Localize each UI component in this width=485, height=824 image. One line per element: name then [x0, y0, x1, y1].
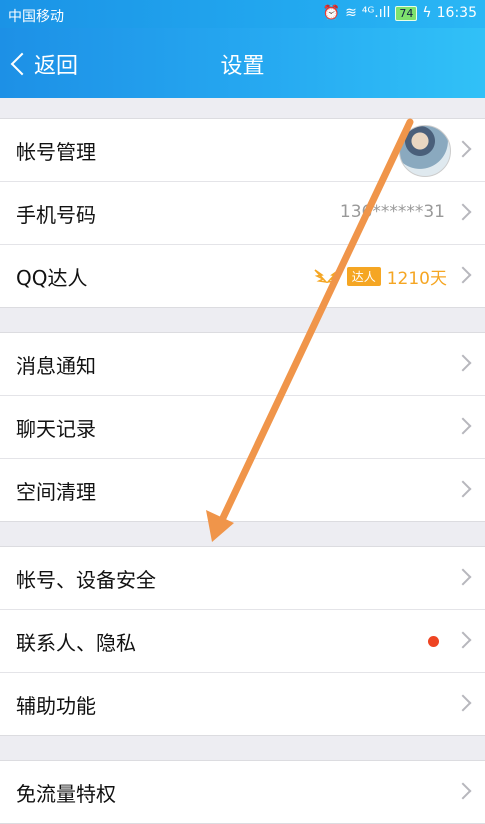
page-title: 设置 [220, 54, 265, 79]
row-label: 帐号、设备安全 [16, 568, 156, 592]
row-notifications[interactable]: 消息通知 [0, 333, 485, 396]
nav-bar: 返回 设置 [0, 28, 485, 98]
status-icons: ⏰ ≋ ⁴ᴳ.ıll 74 ϟ 16:35 [323, 5, 477, 21]
battery-icon: 74 [395, 5, 418, 21]
row-label: 聊天记录 [16, 417, 96, 441]
row-label: 手机号码 [16, 203, 96, 227]
row-label: 免流量特权 [16, 782, 116, 806]
charging-icon: ϟ [422, 5, 432, 21]
phone-number-value: 136******31 [339, 202, 445, 222]
row-contacts-privacy[interactable]: 联系人、隐私 [0, 610, 485, 673]
chevron-right-icon [454, 480, 472, 498]
row-storage-cleanup[interactable]: 空间清理 [0, 459, 485, 521]
chevron-right-icon [454, 782, 472, 800]
clock: 16:35 [436, 5, 477, 21]
row-label: 辅助功能 [16, 694, 96, 718]
chevron-right-icon [454, 266, 472, 284]
settings-group-privileges: 免流量特权 [0, 760, 485, 824]
notification-dot [428, 636, 439, 647]
chevron-right-icon [454, 694, 472, 712]
chevron-right-icon [454, 417, 472, 435]
signal-icon: ⁴ᴳ.ıll [361, 5, 391, 21]
row-qq-daren[interactable]: QQ达人 达人 1210天 [0, 245, 485, 307]
wings-icon [313, 266, 341, 288]
daren-badge: 达人 [346, 267, 381, 286]
chevron-right-icon [454, 354, 472, 372]
chevron-right-icon [454, 568, 472, 586]
daren-days: 1210天 [386, 269, 447, 289]
settings-group-security: 帐号、设备安全 联系人、隐私 辅助功能 [0, 546, 485, 736]
settings-group-account: 帐号管理 手机号码 136******31 QQ达人 达人 1210天 [0, 118, 485, 308]
row-free-data-privilege[interactable]: 免流量特权 [0, 761, 485, 823]
row-account-management[interactable]: 帐号管理 [0, 119, 485, 182]
chevron-right-icon [454, 140, 472, 158]
settings-group-messages: 消息通知 聊天记录 空间清理 [0, 332, 485, 522]
row-accessibility[interactable]: 辅助功能 [0, 673, 485, 735]
row-label: 帐号管理 [16, 140, 96, 164]
row-account-device-security[interactable]: 帐号、设备安全 [0, 547, 485, 610]
row-label: 空间清理 [16, 480, 96, 504]
row-chat-history[interactable]: 聊天记录 [0, 396, 485, 459]
row-label: 消息通知 [16, 354, 96, 378]
avatar [399, 125, 451, 177]
chevron-right-icon [454, 631, 472, 649]
status-bar: 中国移动 ⏰ ≋ ⁴ᴳ.ıll 74 ϟ 16:35 [0, 0, 485, 28]
row-phone-number[interactable]: 手机号码 136******31 [0, 182, 485, 245]
daren-info: 达人 1210天 [313, 264, 447, 289]
row-label: 联系人、隐私 [16, 631, 136, 655]
carrier-name: 中国移动 [8, 9, 64, 25]
row-label: QQ达人 [16, 266, 88, 290]
alarm-icon: ⏰ [322, 5, 341, 21]
wifi-icon: ≋ [345, 5, 357, 21]
chevron-right-icon [454, 203, 472, 221]
